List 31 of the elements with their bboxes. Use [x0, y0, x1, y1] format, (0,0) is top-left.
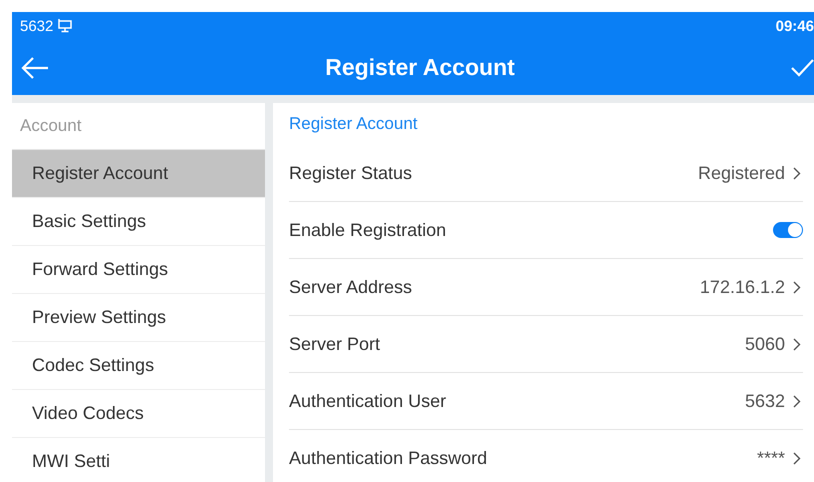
sidebar-item[interactable]: Forward Settings: [12, 246, 265, 294]
setting-value[interactable]: 5060: [744, 334, 785, 354]
setting-value[interactable]: 5632: [744, 390, 785, 412]
sidebar-item[interactable]: Register Account: [12, 150, 265, 198]
sidebar-item[interactable]: Codec Settings: [12, 342, 265, 390]
chevron-right-icon: [793, 166, 801, 180]
sidebar-item[interactable]: Preview Settings: [12, 294, 265, 342]
confirm-check-icon[interactable]: [790, 58, 814, 78]
desktop-phone-icon: [57, 19, 74, 33]
setting-label: Register Status: [289, 162, 414, 184]
account-number: 5632: [20, 18, 54, 34]
chevron-right-icon: [793, 280, 801, 294]
setting-value[interactable]: ****: [756, 448, 785, 468]
setting-label: Authentication Password: [289, 448, 488, 468]
sidebar-item[interactable]: MWI Setti: [12, 438, 265, 482]
setting-value[interactable]: Registered: [698, 162, 785, 184]
setting-value[interactable]: 172.16.1.2: [700, 276, 785, 298]
toggle-switch[interactable]: [773, 222, 803, 238]
section-header: Register Account: [289, 113, 419, 135]
page-title: Register Account: [325, 54, 515, 81]
setting-label: Server Address: [289, 276, 414, 298]
setting-label: Authentication User: [289, 390, 448, 412]
setting-label: Enable Registration: [289, 220, 448, 240]
clock-time: 09:46: [776, 18, 814, 34]
chevron-right-icon: [793, 452, 801, 464]
back-icon[interactable]: [20, 56, 50, 80]
chevron-right-icon: [793, 338, 801, 350]
setting-label: Server Port: [289, 334, 382, 354]
chevron-right-icon: [793, 394, 801, 408]
sidebar-item[interactable]: Video Codecs: [12, 390, 265, 438]
sidebar-item[interactable]: Basic Settings: [12, 198, 265, 246]
